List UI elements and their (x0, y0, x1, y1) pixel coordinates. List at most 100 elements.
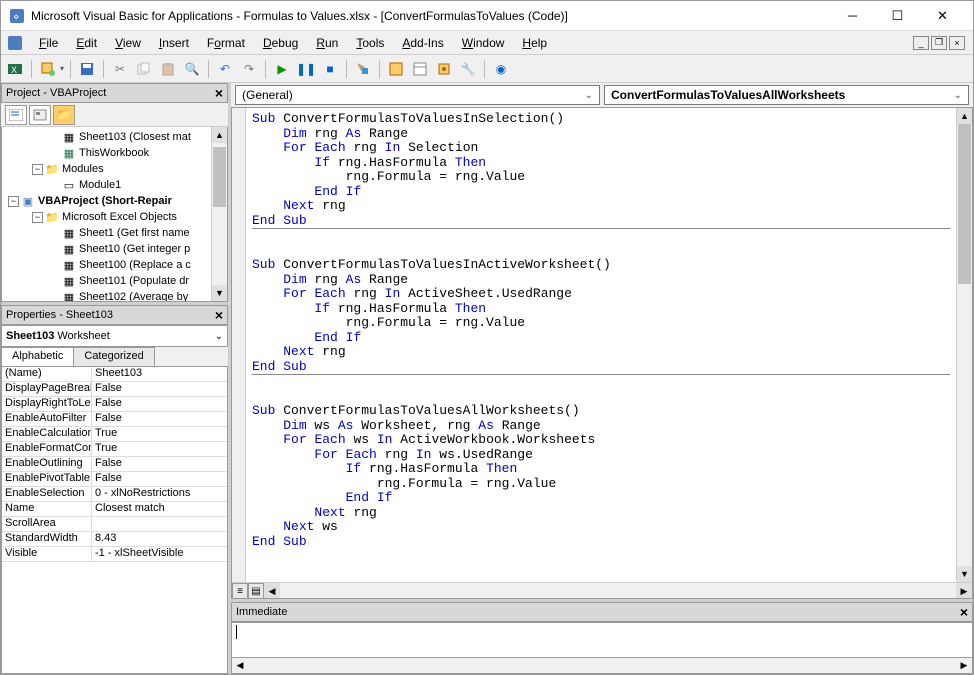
property-value[interactable]: Closest match (92, 502, 227, 516)
menu-edit[interactable]: Edit (68, 34, 105, 52)
mdi-minimize-button[interactable]: _ (913, 36, 929, 50)
menu-help[interactable]: Help (514, 34, 555, 52)
dropdown-icon[interactable]: ⌄ (954, 90, 962, 101)
property-row[interactable]: EnableSelection0 - xlNoRestrictions (2, 487, 227, 502)
menu-view[interactable]: View (107, 34, 149, 52)
minimize-button[interactable]: ─ (830, 2, 875, 30)
menu-window[interactable]: Window (454, 34, 513, 52)
tree-scrollbar[interactable]: ▲ ▼ (211, 127, 227, 301)
maximize-button[interactable]: ☐ (875, 2, 920, 30)
toolbox-icon[interactable]: 🔧 (458, 59, 478, 79)
property-row[interactable]: EnablePivotTableFalse (2, 472, 227, 487)
copy-icon[interactable] (134, 59, 154, 79)
undo-icon[interactable]: ↶ (215, 59, 235, 79)
immediate-panel-close-icon[interactable]: × (960, 604, 968, 620)
menu-insert[interactable]: Insert (151, 34, 197, 52)
scroll-thumb[interactable] (958, 124, 971, 284)
scroll-right-icon[interactable]: ▶ (956, 658, 972, 673)
property-row[interactable]: DisplayPageBreaksFalse (2, 382, 227, 397)
toggle-folders-icon[interactable]: 📁 (53, 105, 75, 125)
reset-icon[interactable]: ■ (320, 59, 340, 79)
collapse-icon[interactable]: − (32, 212, 43, 223)
tree-item-module1[interactable]: ▭Module1 (2, 177, 227, 193)
mdi-close-button[interactable]: × (949, 36, 965, 50)
run-icon[interactable]: ▶ (272, 59, 292, 79)
view-excel-icon[interactable]: X (5, 59, 25, 79)
immediate-scrollbar-h[interactable]: ◀ ▶ (231, 658, 973, 674)
property-row[interactable]: ScrollArea (2, 517, 227, 532)
find-icon[interactable]: 🔍 (182, 59, 202, 79)
object-browser-icon[interactable] (434, 59, 454, 79)
property-row[interactable]: EnableCalculationTrue (2, 427, 227, 442)
scroll-right-icon[interactable]: ▶ (956, 583, 972, 599)
collapse-icon[interactable]: − (32, 164, 43, 175)
project-panel-close-icon[interactable]: × (215, 85, 223, 101)
object-dropdown[interactable]: (General) ⌄ (235, 85, 600, 105)
dropdown-icon[interactable]: ⌄ (585, 90, 593, 101)
property-row[interactable]: EnableAutoFilterFalse (2, 412, 227, 427)
property-value[interactable]: -1 - xlSheetVisible (92, 547, 227, 561)
tab-categorized[interactable]: Categorized (73, 347, 154, 366)
break-icon[interactable]: ❚❚ (296, 59, 316, 79)
tree-item-sheet103[interactable]: ▦Sheet103 (Closest mat (2, 129, 227, 145)
help-icon[interactable]: ◉ (491, 59, 511, 79)
scroll-left-icon[interactable]: ◀ (264, 583, 280, 599)
property-value[interactable]: False (92, 397, 227, 411)
procedure-dropdown[interactable]: ConvertFormulasToValuesAllWorksheets ⌄ (604, 85, 969, 105)
full-module-view-icon[interactable]: ▤ (248, 583, 264, 599)
properties-panel-close-icon[interactable]: × (215, 307, 223, 323)
property-value[interactable] (92, 517, 227, 531)
property-row[interactable]: NameClosest match (2, 502, 227, 517)
insert-dropdown-icon[interactable]: ▾ (60, 64, 64, 73)
property-row[interactable]: EnableFormatConditiTrue (2, 442, 227, 457)
project-tree[interactable]: ▦Sheet103 (Closest mat ▦ThisWorkbook −📁M… (1, 127, 228, 302)
redo-icon[interactable]: ↷ (239, 59, 259, 79)
code-scrollbar-h[interactable]: ≡ ▤ ◀ ▶ (232, 582, 972, 598)
tree-item-sheet1[interactable]: ▦Sheet1 (Get first name (2, 225, 227, 241)
property-row[interactable]: Visible-1 - xlSheetVisible (2, 547, 227, 562)
save-icon[interactable] (77, 59, 97, 79)
scroll-left-icon[interactable]: ◀ (232, 658, 248, 673)
property-value[interactable]: Sheet103 (92, 367, 227, 381)
dropdown-icon[interactable]: ⌄ (215, 331, 223, 342)
code-text[interactable]: Sub ConvertFormulasToValuesInSelection()… (246, 108, 956, 582)
close-button[interactable]: ✕ (920, 2, 965, 30)
code-editor[interactable]: Sub ConvertFormulasToValuesInSelection()… (231, 107, 973, 599)
scroll-down-icon[interactable]: ▼ (212, 285, 227, 301)
property-value[interactable]: True (92, 427, 227, 441)
menu-debug[interactable]: Debug (255, 34, 306, 52)
tree-item-modules[interactable]: −📁Modules (2, 161, 227, 177)
insert-userform-icon[interactable] (38, 59, 58, 79)
menu-run[interactable]: Run (308, 34, 346, 52)
tree-item-thisworkbook[interactable]: ▦ThisWorkbook (2, 145, 227, 161)
project-explorer-icon[interactable] (386, 59, 406, 79)
property-row[interactable]: StandardWidth8.43 (2, 532, 227, 547)
menu-tools[interactable]: Tools (348, 34, 392, 52)
view-object-icon[interactable] (29, 105, 51, 125)
tree-item-vbaproject2[interactable]: −▣VBAProject (Short-Repair (2, 193, 227, 209)
tree-item-sheet102[interactable]: ▦Sheet102 (Average by (2, 289, 227, 302)
collapse-icon[interactable]: − (8, 196, 19, 207)
menu-file[interactable]: File (31, 34, 66, 52)
mdi-restore-button[interactable]: ❐ (931, 36, 947, 50)
scroll-up-icon[interactable]: ▲ (957, 108, 972, 124)
property-value[interactable]: False (92, 412, 227, 426)
design-mode-icon[interactable] (353, 59, 373, 79)
paste-icon[interactable] (158, 59, 178, 79)
properties-grid[interactable]: (Name)Sheet103DisplayPageBreaksFalseDisp… (1, 367, 228, 674)
menu-addins[interactable]: Add-Ins (394, 34, 451, 52)
procedure-view-icon[interactable]: ≡ (232, 583, 248, 599)
properties-object-selector[interactable]: Sheet103 Worksheet ⌄ (1, 325, 228, 347)
property-value[interactable]: False (92, 472, 227, 486)
properties-window-icon[interactable] (410, 59, 430, 79)
property-value[interactable]: 0 - xlNoRestrictions (92, 487, 227, 501)
tree-item-sheet10[interactable]: ▦Sheet10 (Get integer p (2, 241, 227, 257)
property-value[interactable]: 8.43 (92, 532, 227, 546)
scroll-down-icon[interactable]: ▼ (957, 566, 972, 582)
property-value[interactable]: True (92, 442, 227, 456)
immediate-input[interactable] (231, 622, 973, 658)
property-row[interactable]: DisplayRightToLeftFalse (2, 397, 227, 412)
tree-item-sheet100[interactable]: ▦Sheet100 (Replace a c (2, 257, 227, 273)
property-value[interactable]: False (92, 382, 227, 396)
view-code-icon[interactable] (5, 105, 27, 125)
